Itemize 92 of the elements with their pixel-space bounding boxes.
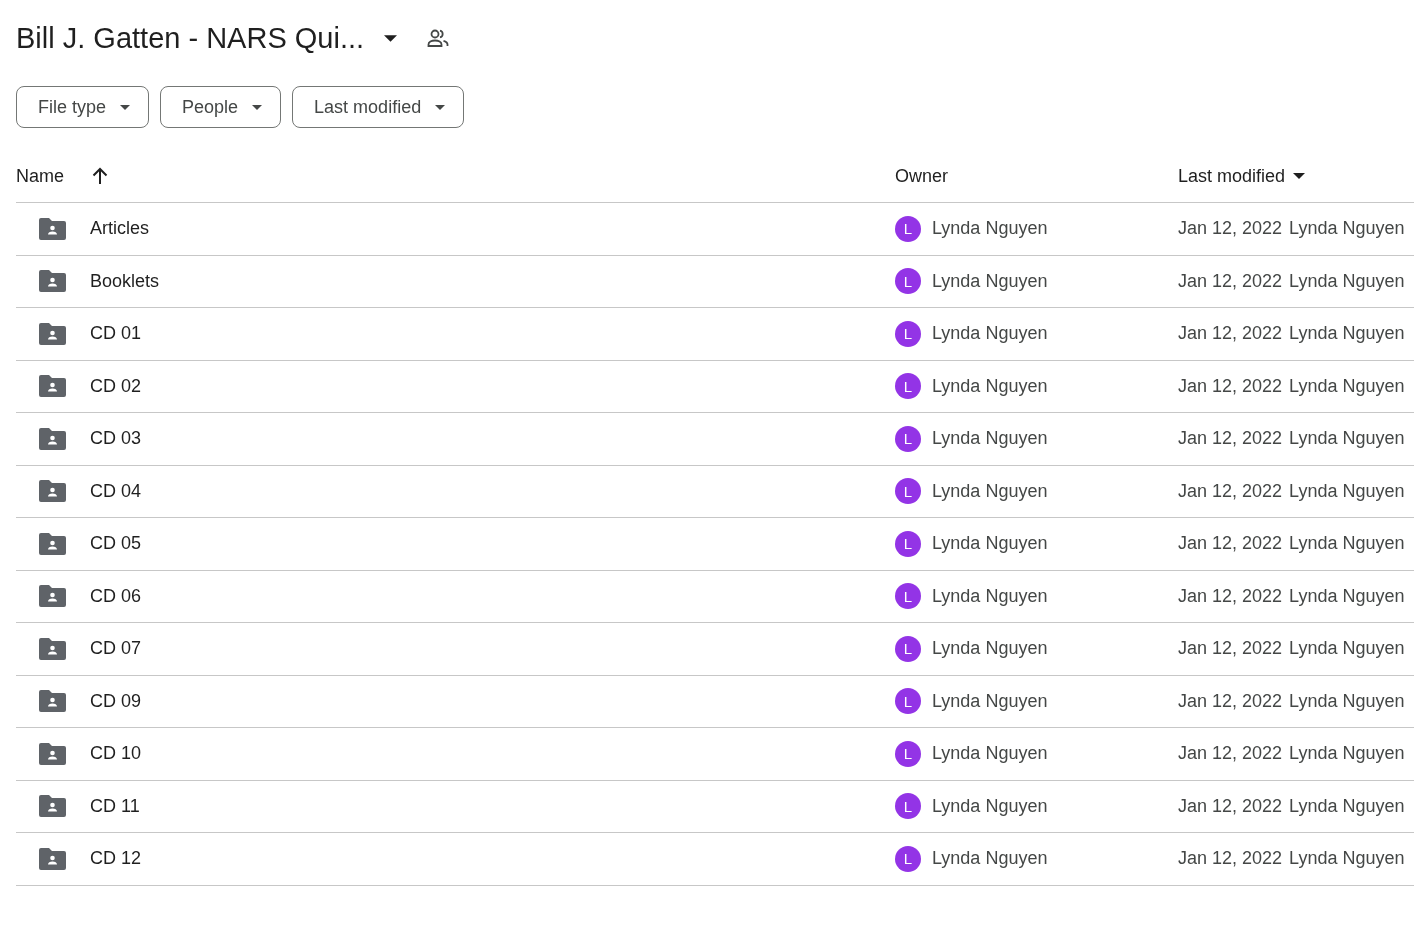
- modified-by: Lynda Nguyen: [1289, 533, 1405, 555]
- shared-folder-icon: [39, 742, 66, 765]
- owner-avatar: L: [895, 425, 921, 452]
- owner-avatar: L: [895, 530, 921, 557]
- modified-date: Jan 12, 2022: [1178, 690, 1283, 712]
- modified-by: Lynda Nguyen: [1289, 795, 1405, 817]
- shared-folder-icon: [39, 480, 66, 503]
- arrow-up-icon: [92, 167, 108, 185]
- filter-chip[interactable]: Last modified: [292, 86, 465, 128]
- modified-by: Lynda Nguyen: [1289, 480, 1405, 502]
- owner-avatar: L: [895, 320, 921, 347]
- folder-name[interactable]: CD 03: [90, 428, 142, 450]
- modified-by: Lynda Nguyen: [1289, 218, 1405, 240]
- modified-date: Jan 12, 2022: [1178, 218, 1283, 240]
- shared-folder-icon: [39, 217, 66, 240]
- owner-name: Lynda Nguyen: [932, 585, 1048, 607]
- modified-date: Jan 12, 2022: [1178, 533, 1283, 555]
- caret-icon: [1293, 173, 1306, 179]
- owner-name: Lynda Nguyen: [932, 690, 1048, 712]
- folder-name[interactable]: CD 12: [90, 848, 142, 870]
- owner-name: Lynda Nguyen: [932, 428, 1048, 450]
- modified-date: Jan 12, 2022: [1178, 323, 1283, 345]
- shared-folder-icon: [39, 585, 66, 608]
- owner-avatar: L: [895, 793, 921, 820]
- owner-avatar: L: [895, 215, 921, 242]
- owner-name: Lynda Nguyen: [932, 375, 1048, 397]
- folder-name[interactable]: CD 04: [90, 480, 142, 502]
- folder-name[interactable]: Booklets: [90, 270, 160, 292]
- modified-date: Jan 12, 2022: [1178, 480, 1283, 502]
- modified-by: Lynda Nguyen: [1289, 848, 1405, 870]
- folder-title: Bill J. Gatten - NARS Qui...: [16, 21, 365, 55]
- shared-folder-icon: [39, 847, 66, 870]
- modified-date: Jan 12, 2022: [1178, 270, 1283, 292]
- modified-date: Jan 12, 2022: [1178, 375, 1283, 397]
- modified-by: Lynda Nguyen: [1289, 375, 1405, 397]
- owner-avatar: L: [895, 478, 921, 505]
- owner-name: Lynda Nguyen: [932, 533, 1048, 555]
- modified-date: Jan 12, 2022: [1178, 638, 1283, 660]
- filter-chip[interactable]: File type: [16, 86, 150, 128]
- owner-name: Lynda Nguyen: [932, 270, 1048, 292]
- modified-date: Jan 12, 2022: [1178, 848, 1283, 870]
- folder-name[interactable]: CD 05: [90, 533, 142, 555]
- modified-by: Lynda Nguyen: [1289, 428, 1405, 450]
- modified-date: Jan 12, 2022: [1178, 795, 1283, 817]
- shared-folder-icon: [39, 322, 66, 345]
- caret-icon: [120, 104, 131, 110]
- filter-chip[interactable]: People: [160, 86, 282, 128]
- folder-name[interactable]: CD 10: [90, 743, 142, 765]
- modified-by: Lynda Nguyen: [1289, 638, 1405, 660]
- modified-by: Lynda Nguyen: [1289, 743, 1405, 765]
- folder-name[interactable]: CD 01: [90, 323, 142, 345]
- owner-name: Lynda Nguyen: [932, 848, 1048, 870]
- people-icon: [427, 28, 450, 48]
- modified-by: Lynda Nguyen: [1289, 323, 1405, 345]
- caret-icon: [384, 34, 398, 42]
- shared-folder-icon: [39, 690, 66, 713]
- owner-avatar: L: [895, 268, 921, 295]
- owner-avatar: L: [895, 635, 921, 662]
- folder-name[interactable]: CD 06: [90, 585, 142, 607]
- owner-name: Lynda Nguyen: [932, 323, 1048, 345]
- owner-avatar: L: [895, 845, 921, 872]
- owner-name: Lynda Nguyen: [932, 218, 1048, 240]
- shared-folder-icon: [39, 795, 66, 818]
- shared-folder-icon: [39, 637, 66, 660]
- owner-name: Lynda Nguyen: [932, 480, 1048, 502]
- column-header[interactable]: Name: [16, 165, 64, 187]
- caret-icon: [252, 104, 263, 110]
- folder-name[interactable]: CD 09: [90, 690, 142, 712]
- owner-avatar: L: [895, 373, 921, 400]
- shared-folder-icon: [39, 427, 66, 450]
- owner-name: Lynda Nguyen: [932, 743, 1048, 765]
- column-header[interactable]: Owner: [895, 165, 948, 187]
- owner-name: Lynda Nguyen: [932, 795, 1048, 817]
- folder-name[interactable]: CD 07: [90, 638, 142, 660]
- modified-date: Jan 12, 2022: [1178, 585, 1283, 607]
- folder-name[interactable]: Articles: [90, 218, 149, 240]
- shared-folder-icon: [39, 375, 66, 398]
- modified-date: Jan 12, 2022: [1178, 743, 1283, 765]
- folder-name[interactable]: CD 02: [90, 375, 142, 397]
- caret-icon: [435, 104, 446, 110]
- shared-folder-icon: [39, 270, 66, 293]
- modified-by: Lynda Nguyen: [1289, 270, 1405, 292]
- owner-name: Lynda Nguyen: [932, 638, 1048, 660]
- owner-avatar: L: [895, 740, 921, 767]
- owner-avatar: L: [895, 583, 921, 610]
- modified-by: Lynda Nguyen: [1289, 585, 1405, 607]
- shared-folder-icon: [39, 532, 66, 555]
- owner-avatar: L: [895, 688, 921, 715]
- modified-by: Lynda Nguyen: [1289, 690, 1405, 712]
- folder-name[interactable]: CD 11: [90, 795, 140, 817]
- modified-date: Jan 12, 2022: [1178, 428, 1283, 450]
- column-header[interactable]: Last modified: [1178, 165, 1286, 187]
